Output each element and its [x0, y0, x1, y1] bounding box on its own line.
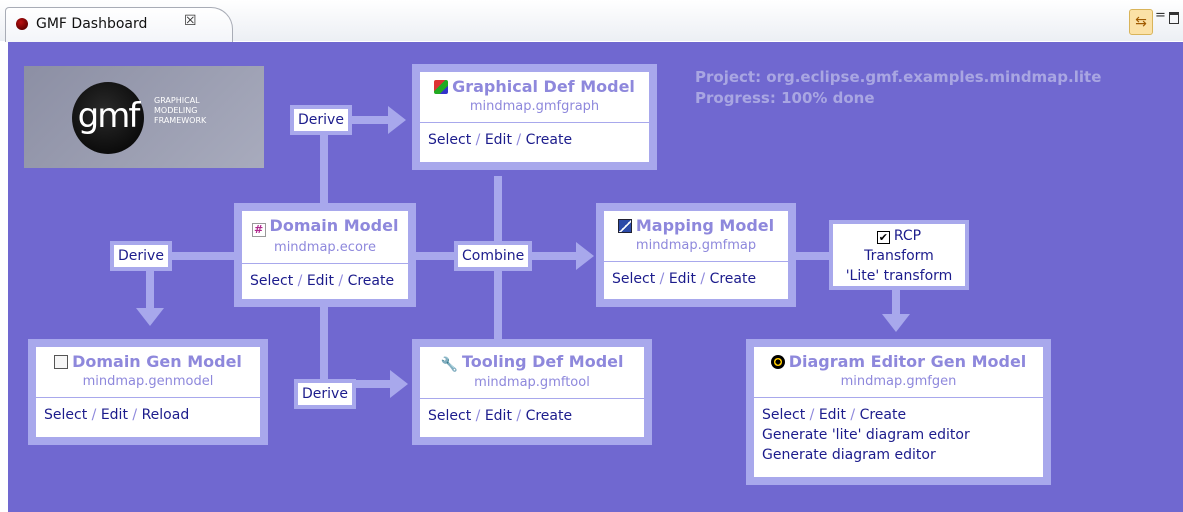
card-header: 🔧 Tooling Def Model mindmap.gmftool — [420, 347, 644, 399]
project-status: Project: org.eclipse.gmf.examples.mindma… — [695, 67, 1101, 109]
card-links: Select / Edit / Reload — [44, 407, 190, 423]
map-icon — [617, 219, 632, 233]
minimize-icon[interactable]: = — [1155, 9, 1166, 22]
gmf-dashboard-tab[interactable]: GMF Dashboard ☒ — [5, 7, 233, 42]
derive-graphical-button[interactable]: Derive — [290, 105, 352, 135]
arrow-down — [882, 314, 910, 332]
rcp-transform-box: ✔ RCP Transform 'Lite' transform — [829, 220, 969, 290]
select-link[interactable]: Select — [250, 273, 293, 289]
card-file: mindmap.gmftool — [474, 375, 590, 390]
lite-transform-link[interactable]: 'Lite' transform — [833, 266, 965, 286]
genmodel-icon — [54, 355, 69, 369]
edit-link[interactable]: Edit — [101, 407, 128, 423]
project-name: Project: org.eclipse.gmf.examples.mindma… — [695, 68, 1102, 86]
card-title: Mapping Model — [604, 216, 788, 235]
rcp-label: RCP — [893, 228, 922, 244]
rcp-checkbox[interactable]: ✔ — [876, 231, 890, 244]
arrow-right — [388, 106, 406, 134]
sync-icon[interactable]: ⇆ — [1129, 9, 1153, 35]
card-header: Domain Gen Model mindmap.genmodel — [36, 347, 260, 398]
dashboard-canvas: gmf GRAPHICAL MODELING FRAMEWORK Project… — [8, 42, 1183, 512]
create-link[interactable]: Create — [526, 408, 573, 424]
card-file: mindmap.gmfgen — [840, 374, 957, 389]
card-links: Select / Edit / Create — [250, 273, 395, 289]
transform-link[interactable]: Transform — [833, 246, 965, 266]
mapping-model-card: Mapping Model mindmap.gmfmap Select / Ed… — [596, 203, 796, 307]
wrench-icon: 🔧 — [440, 357, 458, 373]
card-header: Diagram Editor Gen Model mindmap.gmfgen — [754, 347, 1043, 398]
card-title: Graphical Def Model — [420, 77, 649, 96]
create-link[interactable]: Create — [348, 273, 395, 289]
close-icon[interactable]: ☒ — [184, 13, 197, 29]
edit-link[interactable]: Edit — [819, 407, 846, 423]
generate-editor-link[interactable]: Generate diagram editor — [762, 445, 1037, 465]
select-link[interactable]: Select — [44, 407, 87, 423]
edit-link[interactable]: Edit — [485, 132, 512, 148]
card-header: Graphical Def Model mindmap.gmfgraph — [420, 72, 649, 123]
card-links: Select / Edit / Create — [612, 271, 757, 287]
diagram-editor-gen-model-card: Diagram Editor Gen Model mindmap.gmfgen … — [746, 339, 1051, 485]
edit-link[interactable]: Edit — [307, 273, 334, 289]
reload-link[interactable]: Reload — [142, 407, 190, 423]
card-title: # Domain Model — [242, 216, 408, 237]
editor-tab-bar: GMF Dashboard ☒ ⇆ = — [0, 0, 1183, 42]
create-link[interactable]: Create — [860, 407, 907, 423]
card-links: Select / Edit / Create Generate 'lite' d… — [754, 398, 1043, 465]
card-title: Diagram Editor Gen Model — [754, 352, 1043, 371]
tab-title: GMF Dashboard — [36, 16, 148, 32]
card-file: mindmap.genmodel — [82, 374, 214, 389]
connector-line — [320, 304, 328, 388]
derive-tooling-button[interactable]: Derive — [294, 379, 356, 409]
palette-icon — [434, 80, 449, 94]
gmf-icon — [16, 18, 28, 30]
select-link[interactable]: Select — [428, 132, 471, 148]
progress-text: Progress: 100% done — [695, 89, 875, 107]
edit-link[interactable]: Edit — [669, 271, 696, 287]
card-title: Domain Gen Model — [36, 352, 260, 371]
tooling-def-model-card: 🔧 Tooling Def Model mindmap.gmftool Selec… — [412, 339, 652, 445]
arrow-down — [136, 308, 164, 326]
rcp-checkbox-row: ✔ RCP — [833, 226, 965, 246]
gmf-logo: gmf GRAPHICAL MODELING FRAMEWORK — [24, 66, 264, 168]
derive-genmodel-button[interactable]: Derive — [110, 241, 172, 271]
ecore-icon: # — [251, 223, 266, 237]
create-link[interactable]: Create — [526, 132, 573, 148]
select-link[interactable]: Select — [762, 407, 805, 423]
logo-words: GRAPHICAL MODELING FRAMEWORK — [154, 96, 207, 125]
select-link[interactable]: Select — [612, 271, 655, 287]
radiation-icon — [770, 355, 785, 369]
connector-line — [892, 288, 900, 314]
logo-circle: gmf — [72, 82, 144, 154]
connector-line — [794, 252, 832, 260]
domain-model-card: # Domain Model mindmap.ecore Select / Edi… — [234, 203, 416, 307]
domain-gen-model-card: Domain Gen Model mindmap.genmodel Select… — [28, 339, 268, 445]
graphical-def-model-card: Graphical Def Model mindmap.gmfgraph Sel… — [412, 64, 657, 170]
logo-brand: gmf — [77, 96, 141, 136]
create-link[interactable]: Create — [710, 271, 757, 287]
maximize-icon[interactable] — [1169, 12, 1179, 24]
card-file: mindmap.gmfmap — [635, 238, 757, 253]
card-links: Select / Edit / Create — [428, 408, 573, 424]
combine-button[interactable]: Combine — [454, 241, 533, 271]
card-links: Select / Edit / Create — [428, 132, 573, 148]
select-link[interactable]: Select — [428, 408, 471, 424]
arrow-right — [576, 242, 594, 270]
card-header: # Domain Model mindmap.ecore — [242, 211, 408, 264]
card-file: mindmap.gmfgraph — [469, 99, 600, 114]
edit-link[interactable]: Edit — [485, 408, 512, 424]
generate-lite-editor-link[interactable]: Generate 'lite' diagram editor — [762, 425, 1037, 445]
card-file: mindmap.ecore — [274, 240, 376, 255]
card-title: 🔧 Tooling Def Model — [440, 352, 624, 373]
card-header: Mapping Model mindmap.gmfmap — [604, 211, 788, 262]
arrow-right — [390, 370, 408, 398]
